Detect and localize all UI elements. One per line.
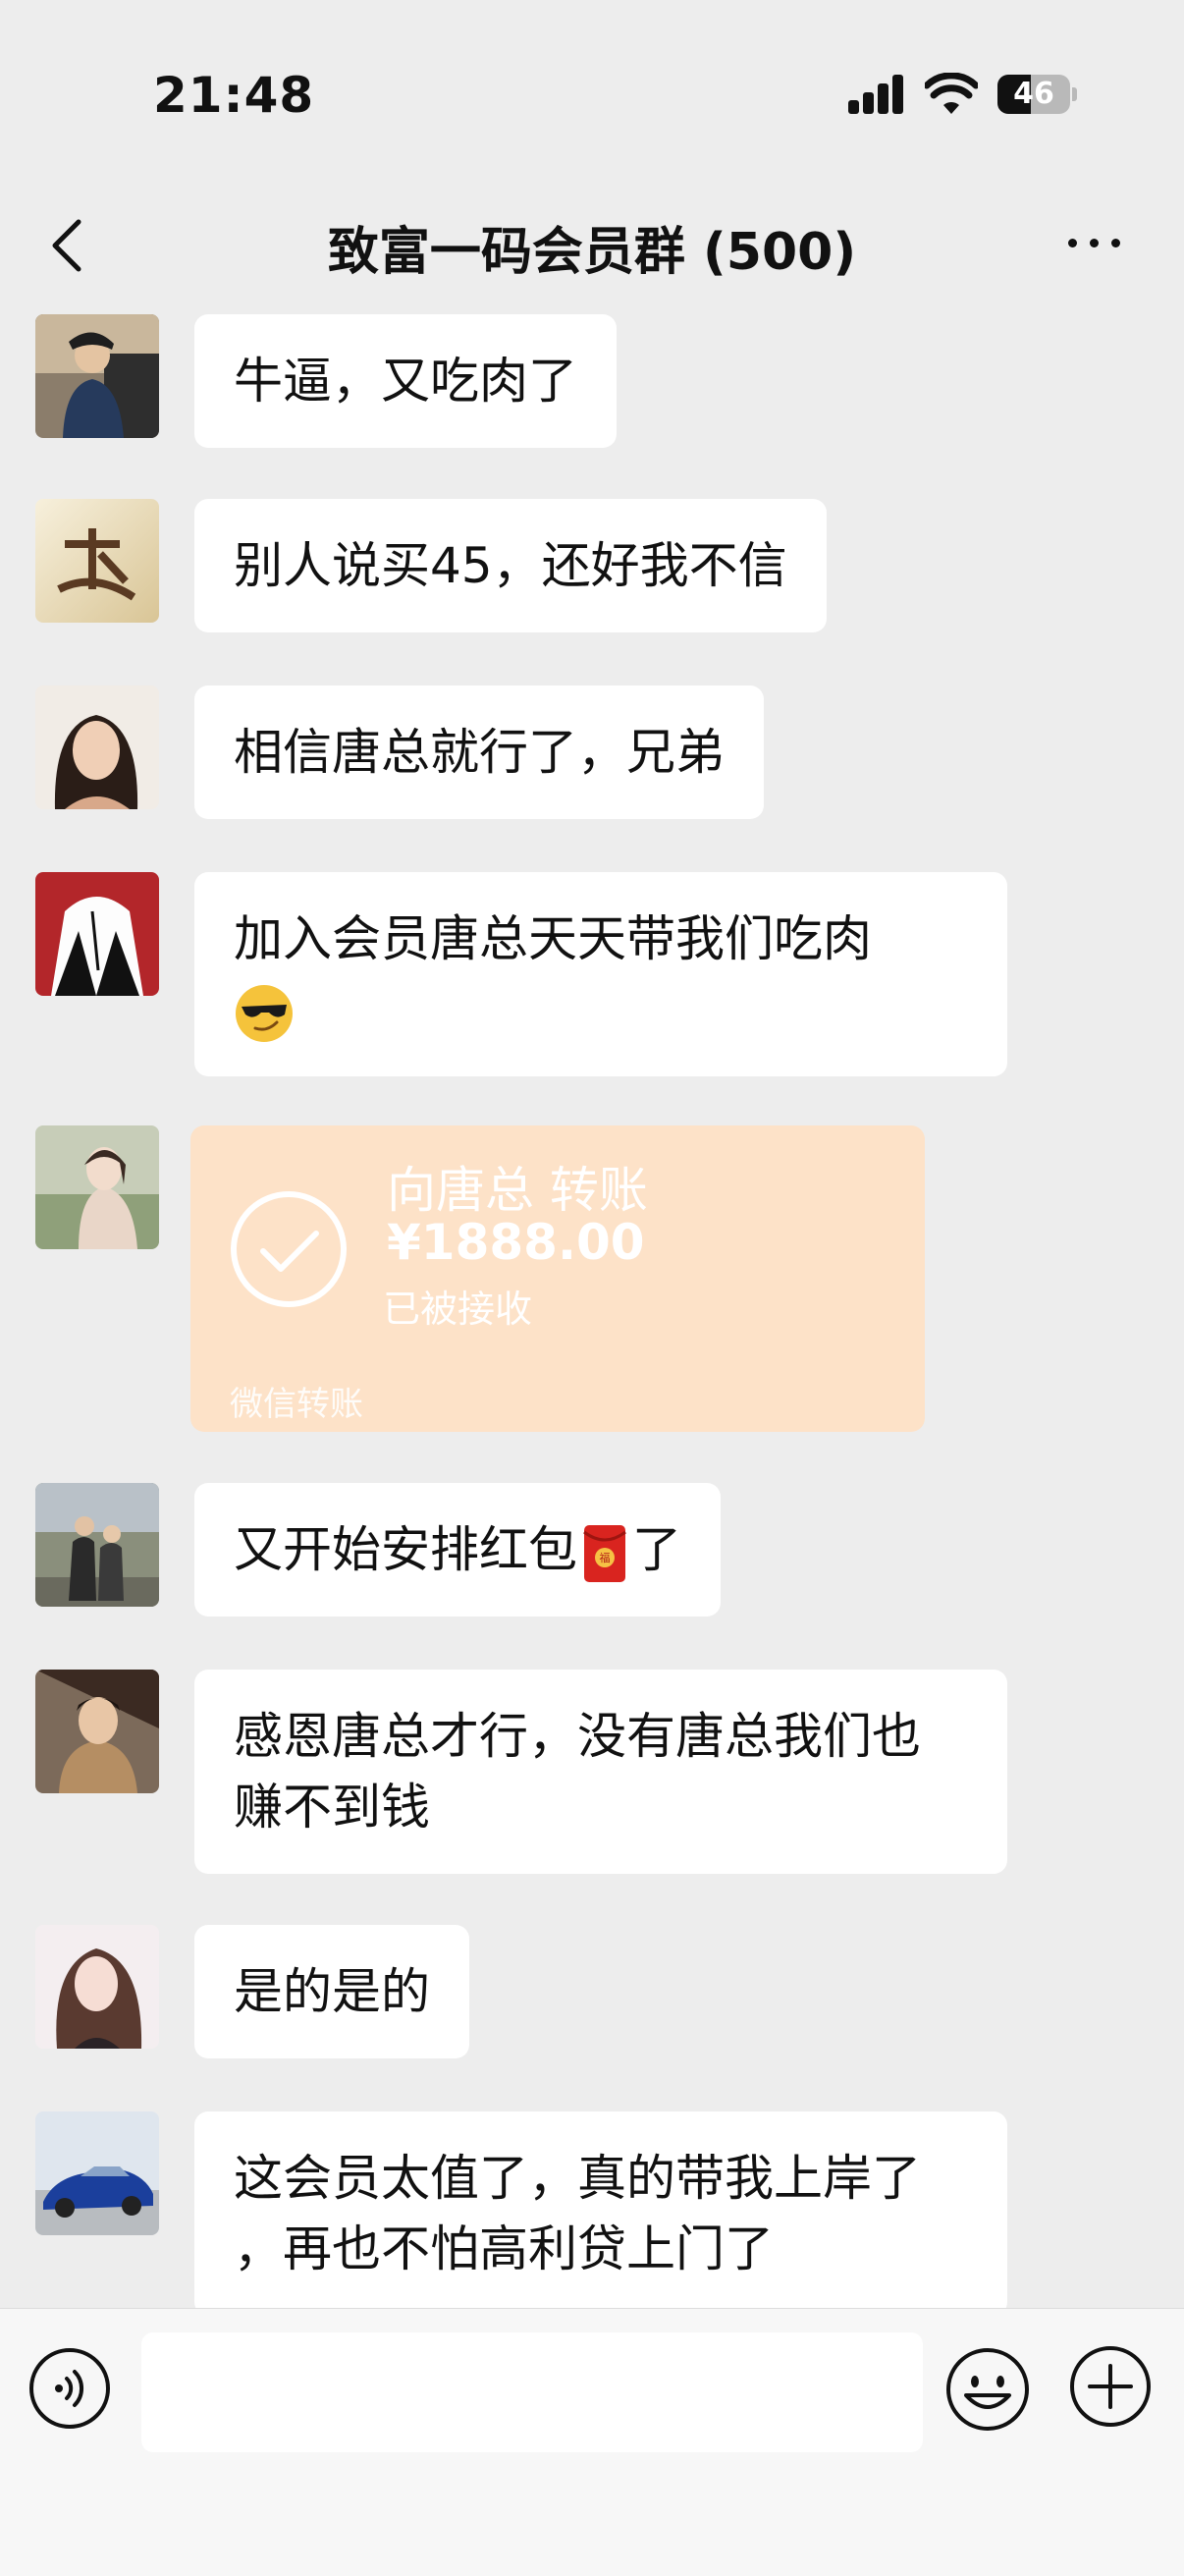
- message-text: 别人说买45，还好我不信: [234, 537, 787, 594]
- avatar[interactable]: [35, 314, 159, 438]
- sunglasses-smirk-emoji: [236, 984, 293, 1042]
- message-text: 了: [632, 1521, 681, 1578]
- avatar[interactable]: [35, 1925, 159, 2049]
- message-bubble[interactable]: 又开始安排红包 福 了: [194, 1483, 721, 1617]
- avatar[interactable]: [35, 2111, 159, 2235]
- back-icon[interactable]: [39, 216, 98, 275]
- transfer-footer: 微信转账: [230, 1385, 363, 1424]
- message-bubble[interactable]: 感恩唐总才行，没有唐总我们也 赚不到钱: [194, 1670, 1007, 1874]
- transfer-title: 向唐总 转账: [387, 1162, 648, 1219]
- avatar[interactable]: [35, 685, 159, 809]
- status-bar: 21:48 46: [0, 0, 1184, 187]
- battery-percent: 46: [1013, 77, 1054, 111]
- avatar[interactable]: [35, 872, 159, 996]
- message-bubble[interactable]: 是的是的: [194, 1925, 469, 2058]
- message-text-line: ，再也不怕高利贷上门了: [234, 2220, 774, 2277]
- emoji-icon[interactable]: [944, 2346, 1031, 2433]
- avatar[interactable]: [35, 1483, 159, 1607]
- message-text: 是的是的: [234, 1963, 430, 2020]
- message-text: 又开始安排红包: [234, 1521, 577, 1578]
- check-circle-icon: [231, 1191, 347, 1307]
- message-text-line: 感恩唐总才行，没有唐总我们也: [234, 1708, 921, 1765]
- wifi-icon: [925, 73, 978, 114]
- avatar[interactable]: [35, 1670, 159, 1793]
- chat-area[interactable]: 牛逼，又吃肉了 别人说买45，还好我不信 相信唐总就行了，兄弟 加入会员唐总天天…: [0, 304, 1184, 2308]
- message-bubble[interactable]: 这会员太值了，真的带我上岸了 ，再也不怕高利贷上门了: [194, 2111, 1007, 2308]
- transfer-amount: ¥1888.00: [387, 1214, 645, 1271]
- message-text: 加入会员唐总天天带我们吃肉: [234, 910, 872, 967]
- transfer-card[interactable]: 向唐总 转账 ¥1888.00 已被接收 微信转账: [190, 1125, 925, 1432]
- message-text-line: 这会员太值了，真的带我上岸了: [234, 2150, 921, 2207]
- message-bubble[interactable]: 牛逼，又吃肉了: [194, 314, 617, 448]
- input-bar: [0, 2308, 1184, 2576]
- transfer-status: 已被接收: [383, 1288, 533, 1331]
- status-time: 21:48: [153, 67, 315, 124]
- plus-icon[interactable]: [1068, 2344, 1153, 2429]
- signal-icon: [848, 75, 905, 114]
- message-text-line: 赚不到钱: [234, 1779, 430, 1836]
- red-envelope-emoji: 福: [583, 1524, 626, 1582]
- svg-text:福: 福: [600, 1551, 611, 1564]
- battery-icon: 46: [997, 75, 1077, 114]
- message-text: 相信唐总就行了，兄弟: [234, 724, 725, 781]
- more-icon[interactable]: [1064, 228, 1123, 257]
- message-bubble[interactable]: 加入会员唐总天天带我们吃肉: [194, 872, 1007, 1076]
- avatar[interactable]: [35, 1125, 159, 1249]
- message-input[interactable]: [141, 2332, 923, 2452]
- voice-icon[interactable]: [27, 2346, 112, 2431]
- message-text: 牛逼，又吃肉了: [234, 353, 577, 410]
- avatar[interactable]: [35, 499, 159, 623]
- message-bubble[interactable]: 相信唐总就行了，兄弟: [194, 685, 764, 819]
- chat-title: 致富一码会员群 (500): [327, 223, 857, 282]
- nav-bar: 致富一码会员群 (500): [0, 187, 1184, 304]
- message-bubble[interactable]: 别人说买45，还好我不信: [194, 499, 827, 632]
